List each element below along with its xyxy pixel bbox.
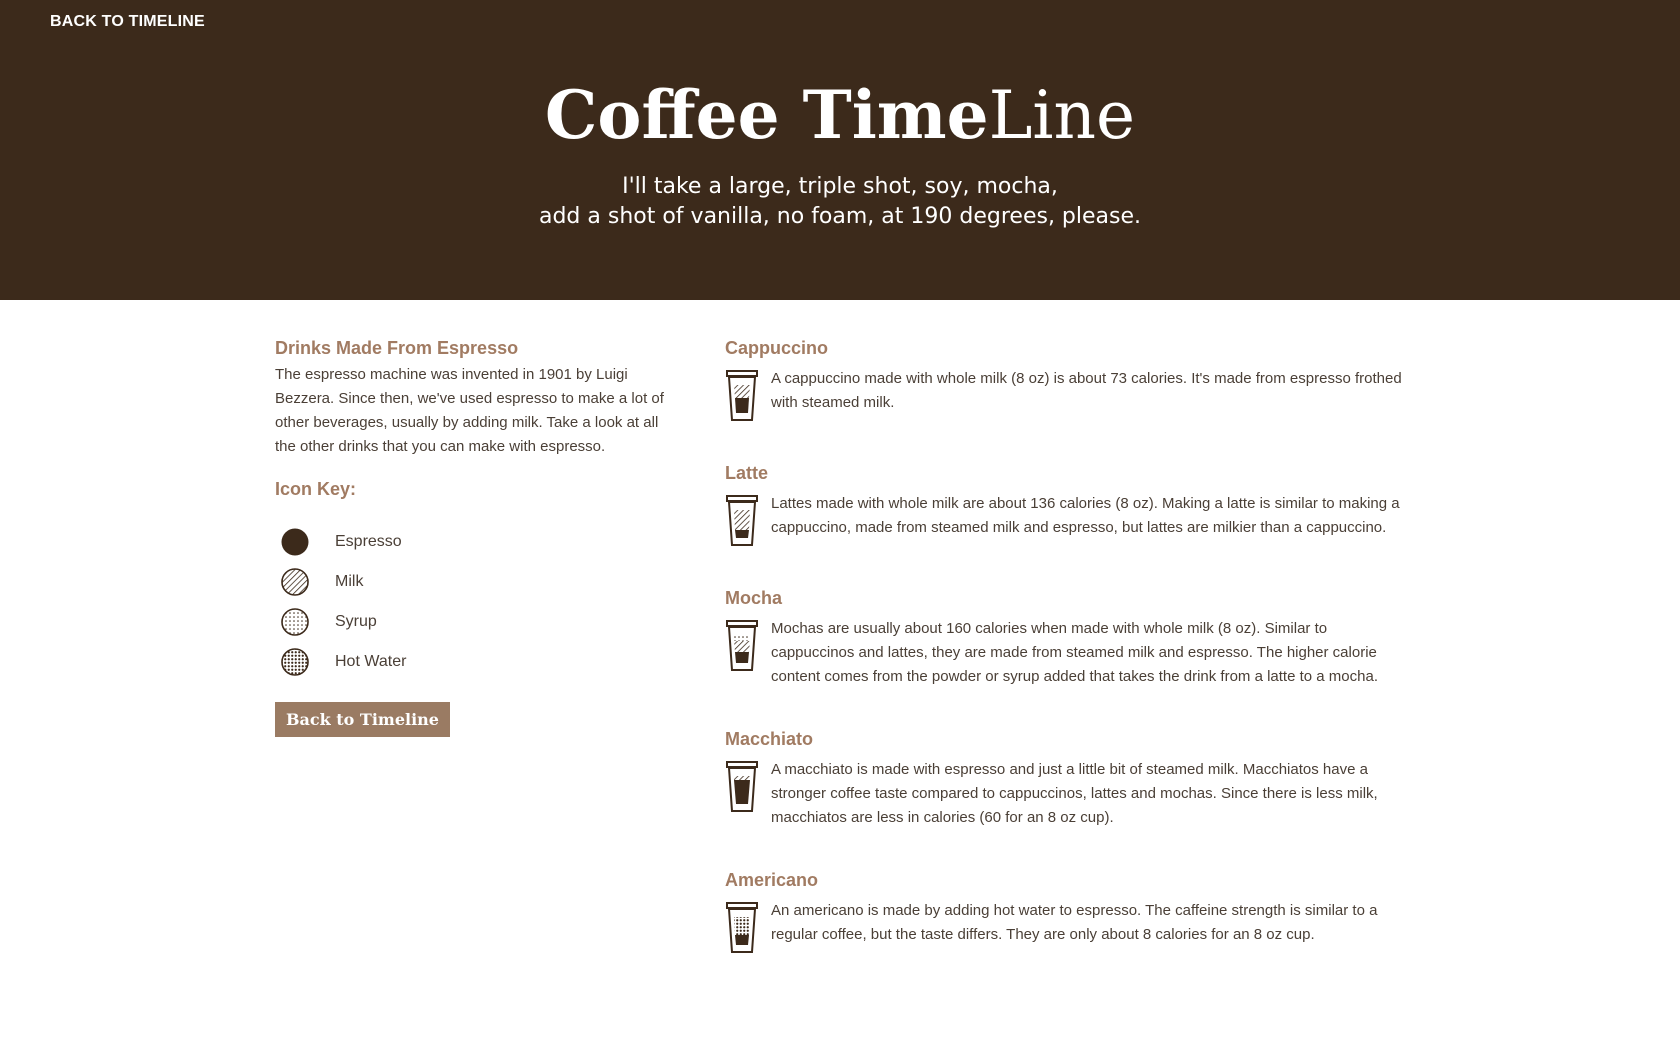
milk-icon bbox=[281, 568, 309, 596]
drink-description: An americano is made by adding hot water… bbox=[771, 902, 1378, 943]
drink-title: Americano bbox=[725, 870, 819, 890]
icon-key-label: Espresso bbox=[335, 533, 402, 550]
syrup-icon bbox=[281, 608, 309, 636]
sidebar: Drinks Made From Espresso The espresso m… bbox=[275, 338, 675, 737]
macchiato-cup-icon bbox=[726, 761, 758, 812]
drink-description: A macchiato is made with espresso and ju… bbox=[771, 761, 1378, 826]
page-subtitle: I'll take a large, triple shot, soy, moc… bbox=[0, 172, 1680, 232]
icon-key-list: Espresso Milk Syrup Hot Water bbox=[275, 522, 675, 682]
espresso-icon bbox=[281, 528, 309, 556]
cappuccino-cup-icon bbox=[726, 370, 758, 421]
page-header: BACK TO TIMELINE Coffee TimeLine I'll ta… bbox=[0, 0, 1680, 300]
icon-key-label: Milk bbox=[335, 573, 364, 590]
title-bold: Coffee Time bbox=[544, 76, 989, 154]
drink-cappuccino: Cappuccino A cappuccino made with whole … bbox=[725, 338, 1405, 423]
drink-title: Latte bbox=[725, 463, 769, 483]
mocha-cup-icon bbox=[726, 620, 758, 671]
icon-key-title: Icon Key: bbox=[275, 479, 357, 499]
back-to-timeline-button[interactable]: Back to Timeline bbox=[275, 702, 450, 737]
subtitle-line-2: add a shot of vanilla, no foam, at 190 d… bbox=[538, 204, 1142, 229]
icon-key-item-hot-water: Hot Water bbox=[275, 642, 675, 682]
drink-description: A cappuccino made with whole milk (8 oz)… bbox=[771, 370, 1402, 411]
icon-key-item-syrup: Syrup bbox=[275, 602, 675, 642]
drink-title: Macchiato bbox=[725, 729, 814, 749]
page-title: Coffee TimeLine bbox=[0, 70, 1680, 161]
drink-title: Cappuccino bbox=[725, 338, 829, 358]
latte-cup-icon bbox=[726, 495, 758, 546]
sidebar-heading: Drinks Made From Espresso bbox=[275, 338, 519, 358]
drink-description: Mochas are usually about 160 calories wh… bbox=[771, 620, 1378, 685]
drink-macchiato: Macchiato A macchiato is made with espre… bbox=[725, 729, 1405, 830]
icon-key-label: Hot Water bbox=[335, 653, 407, 670]
icon-key-item-espresso: Espresso bbox=[275, 522, 675, 562]
drink-mocha: Mocha Mochas are usually about 160 calor… bbox=[725, 588, 1405, 689]
sidebar-intro: The espresso machine was invented in 190… bbox=[275, 366, 664, 455]
title-light: Line bbox=[988, 77, 1136, 154]
drink-title: Mocha bbox=[725, 588, 783, 608]
back-to-timeline-link[interactable]: BACK TO TIMELINE bbox=[50, 13, 205, 31]
americano-cup-icon bbox=[726, 902, 758, 953]
drink-description: Lattes made with whole milk are about 13… bbox=[771, 495, 1400, 536]
hot-water-icon bbox=[281, 648, 309, 676]
icon-key-item-milk: Milk bbox=[275, 562, 675, 602]
drink-americano: Americano An americano is made by adding… bbox=[725, 870, 1405, 955]
subtitle-line-1: I'll take a large, triple shot, soy, moc… bbox=[622, 174, 1058, 199]
icon-key-label: Syrup bbox=[335, 613, 377, 630]
drinks-list: Cappuccino A cappuccino made with whole … bbox=[725, 338, 1405, 995]
drink-latte: Latte Lattes made with whole milk are ab… bbox=[725, 463, 1405, 548]
